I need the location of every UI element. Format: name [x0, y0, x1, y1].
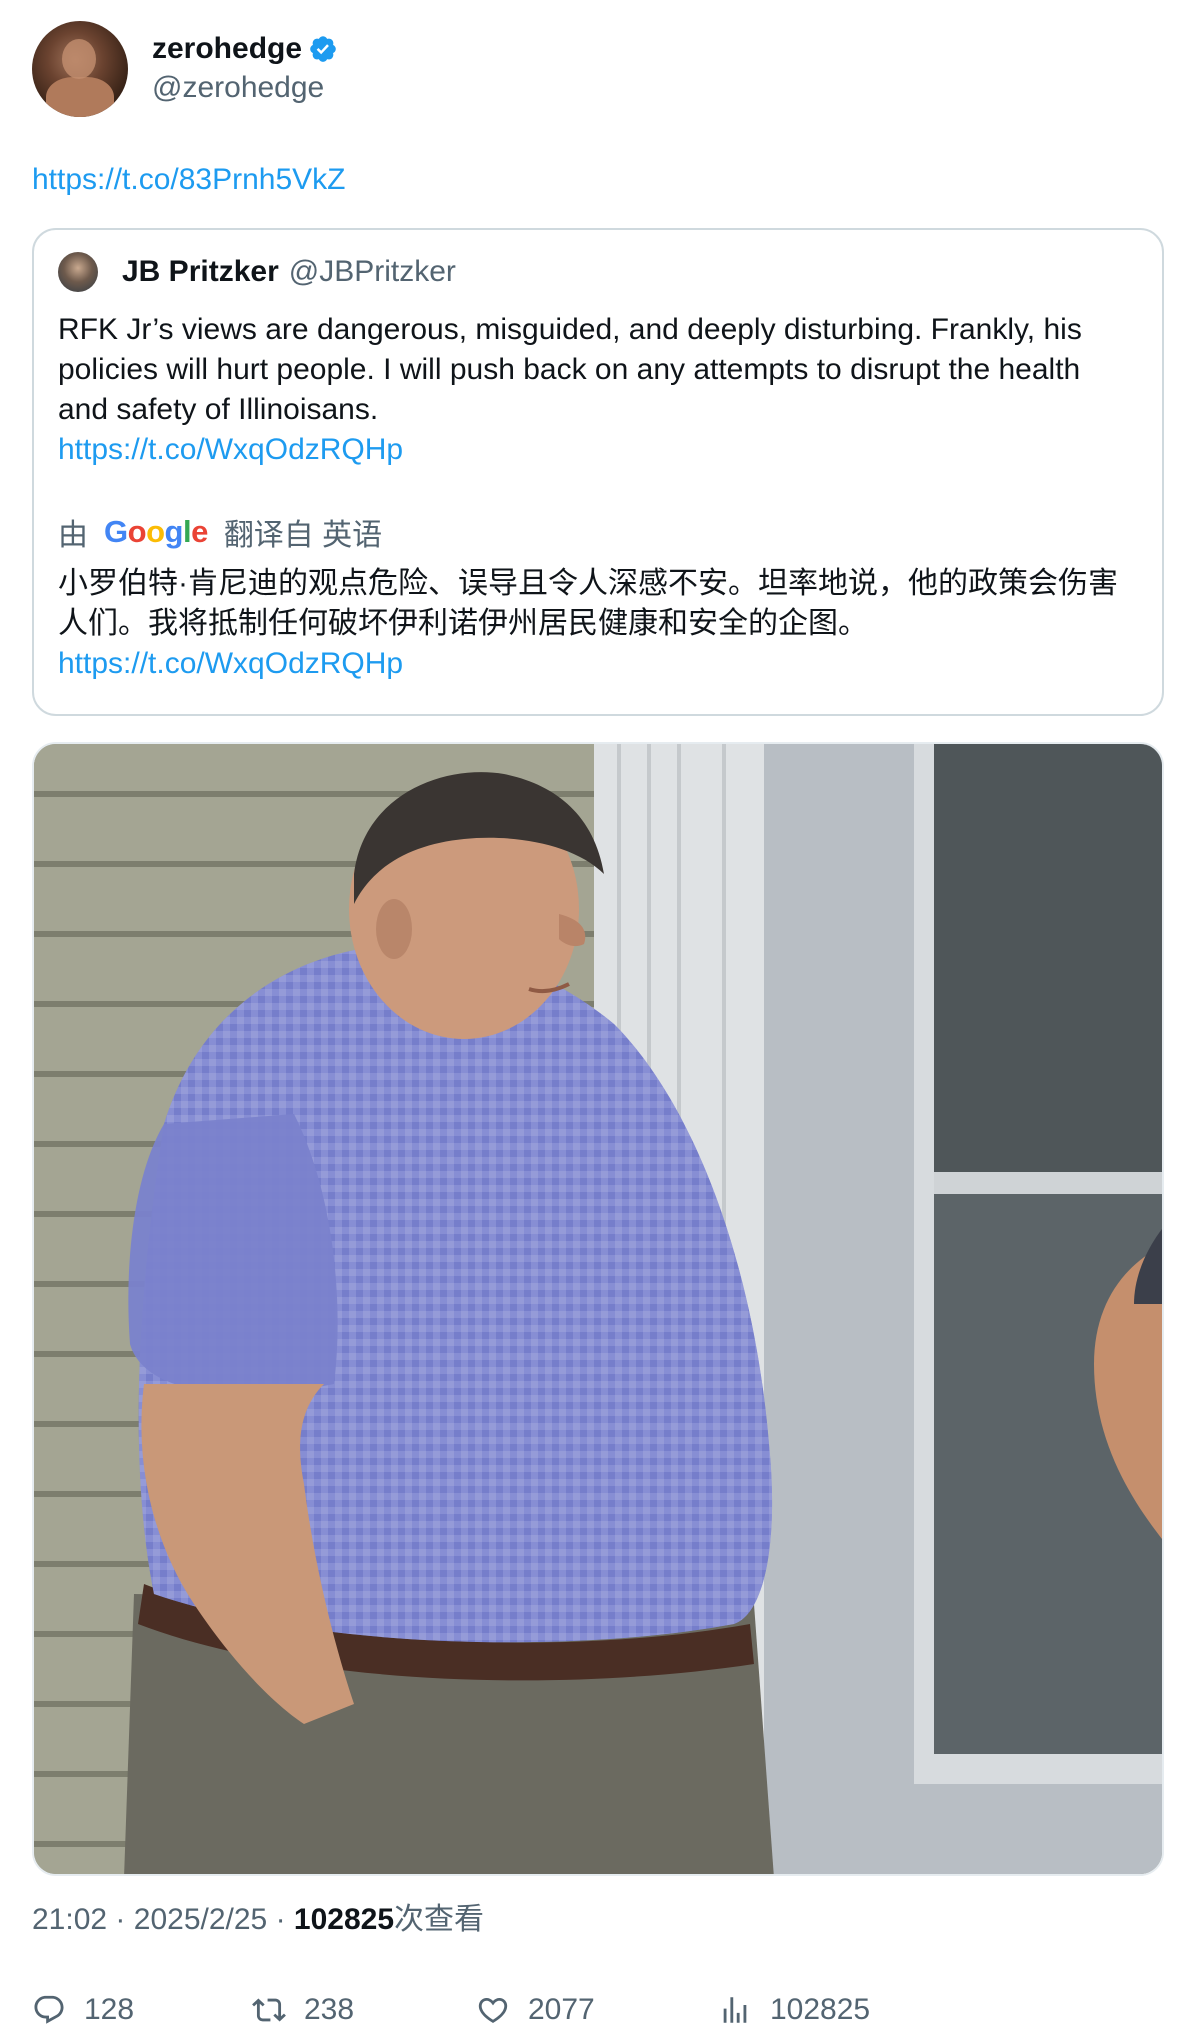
reply-button[interactable]: 128	[32, 1993, 252, 2027]
quoted-author-avatar	[58, 252, 98, 292]
reply-count: 128	[84, 1993, 135, 2026]
verified-badge-icon	[310, 36, 336, 62]
tweet-link[interactable]: https://t.co/83Prnh5VkZ	[32, 160, 1164, 200]
views-action-count: 102825	[770, 1993, 871, 2026]
quoted-tweet-header: JB Pritzker @JBPritzker	[58, 252, 1138, 292]
quoted-tweet-text: RFK Jr’s views are dangerous, misguided,…	[58, 310, 1138, 470]
reply-icon	[34, 1995, 64, 2024]
tweet-date[interactable]: 2025/2/25	[134, 1903, 267, 1936]
author-display-name[interactable]: zerohedge	[152, 30, 302, 68]
tweet-time[interactable]: 21:02	[32, 1903, 107, 1936]
translated-body: 小罗伯特·肯尼迪的观点危险、误导且令人深感不安。坦率地说，他的政策会伤害人们。我…	[58, 567, 1118, 640]
translation-attribution: 由 Google 翻译自 英语	[58, 510, 1138, 554]
like-count: 2077	[528, 1993, 595, 2026]
views-label: 次查看	[394, 1903, 485, 1936]
views-count: 102825	[293, 1903, 395, 1936]
retweet-icon	[252, 1998, 286, 2022]
tweet: zerohedge @zerohedge https://t.co/83Prnh…	[32, 20, 1164, 2030]
display-name-row: zerohedge	[152, 30, 338, 68]
author-handle[interactable]: @zerohedge	[152, 68, 338, 108]
quoted-author-handle: @JBPritzker	[288, 255, 456, 288]
quoted-tweet[interactable]: JB Pritzker @JBPritzker RFK Jr’s views a…	[32, 228, 1164, 716]
tweet-photo[interactable]	[32, 742, 1164, 1876]
heart-icon	[478, 1997, 508, 2023]
quoted-tweet-link[interactable]: https://t.co/WxqOdzRQHp	[58, 430, 1138, 470]
google-logo-icon: Google	[104, 514, 208, 549]
analytics-icon	[723, 1997, 747, 2023]
like-button[interactable]: 2077	[476, 1993, 718, 2027]
tweet-actions: 128 238 2077 102825	[32, 1990, 1164, 2030]
quoted-tweet-body: RFK Jr’s views are dangerous, misguided,…	[58, 313, 1082, 426]
photo-illustration	[34, 744, 1162, 1874]
translated-text: 小罗伯特·肯尼迪的观点危险、误导且令人深感不安。坦率地说，他的政策会伤害人们。我…	[58, 564, 1138, 684]
meta-separator-2: ·	[275, 1903, 286, 1936]
retweet-count: 238	[304, 1993, 355, 2026]
views-button[interactable]: 102825	[718, 1993, 870, 2027]
quoted-author-display-name: JB Pritzker	[122, 255, 279, 288]
meta-separator: ·	[115, 1903, 126, 1936]
tweet-header: zerohedge @zerohedge	[32, 20, 1164, 118]
tweet-meta: 21:02 · 2025/2/25 · 102825次查看	[32, 1900, 1164, 1940]
author-avatar[interactable]	[32, 21, 128, 117]
author-names: zerohedge @zerohedge	[152, 30, 338, 108]
translation-by-label: 由	[58, 519, 88, 552]
translation-from-label[interactable]: 翻译自 英语	[224, 510, 382, 554]
retweet-button[interactable]: 238	[252, 1993, 476, 2027]
translated-link[interactable]: https://t.co/WxqOdzRQHp	[58, 644, 1138, 684]
